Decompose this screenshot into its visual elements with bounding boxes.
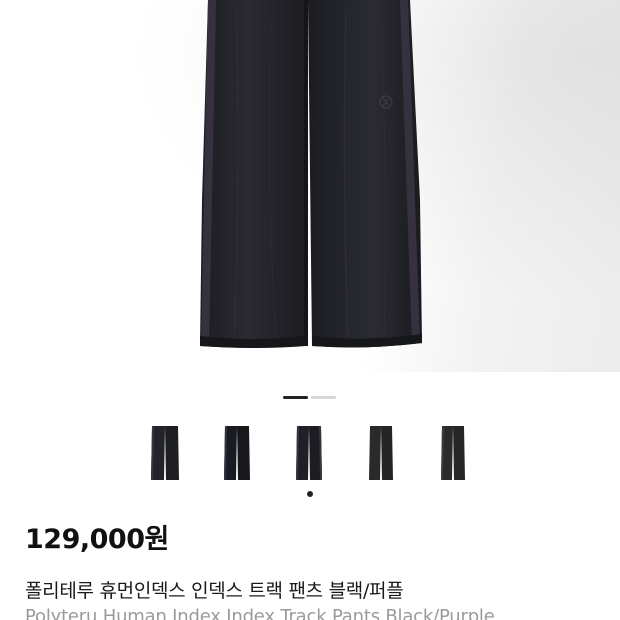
thumbnail-1[interactable] — [142, 420, 188, 486]
track-pants-thumbnail-icon — [369, 426, 393, 480]
thumbnail-4[interactable] — [358, 420, 404, 486]
product-detail-page: 129,000원 폴리테루 휴먼인덱스 인덱스 트랙 팬츠 블랙/퍼플 Poly… — [0, 0, 620, 620]
selected-thumbnail-indicator — [307, 491, 313, 497]
track-pants-image — [200, 0, 422, 348]
thumbnail-3[interactable] — [286, 420, 332, 486]
track-pants-thumbnail-icon — [151, 426, 179, 480]
track-pants-thumbnail-icon — [224, 426, 250, 480]
thumbnail-2[interactable] — [214, 420, 260, 486]
product-price: 129,000원 — [25, 524, 169, 555]
carousel-page-indicator[interactable] — [283, 396, 336, 399]
carousel-indicator-1[interactable] — [283, 396, 308, 399]
track-pants-thumbnail-icon — [296, 426, 322, 480]
product-title-korean: 폴리테루 휴먼인덱스 인덱스 트랙 팬츠 블랙/퍼플 — [25, 580, 404, 602]
product-image-carousel[interactable] — [0, 0, 620, 372]
track-pants-thumbnail-icon — [441, 426, 465, 480]
carousel-indicator-2[interactable] — [311, 396, 336, 399]
thumbnail-5[interactable] — [430, 420, 476, 486]
product-title-english: Polyteru Human Index Index Track Pants B… — [25, 606, 495, 620]
thumbnail-strip — [0, 420, 620, 486]
